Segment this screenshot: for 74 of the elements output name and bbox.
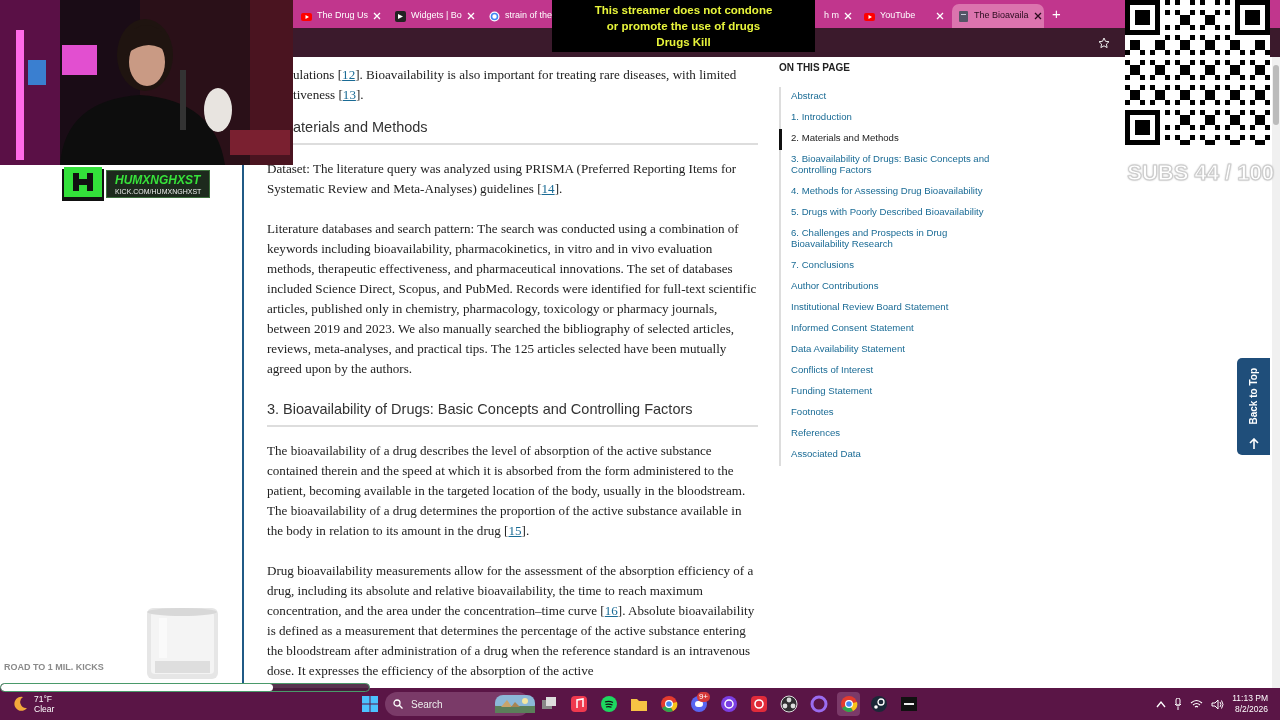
close-icon[interactable]: [1033, 12, 1042, 20]
windows-start-icon[interactable]: [362, 696, 378, 712]
toc-link[interactable]: Institutional Review Board Statement: [779, 298, 1004, 319]
browser-tab[interactable]: The Bioavaila: [952, 4, 1044, 28]
browser-tab[interactable]: strain of the: [483, 4, 553, 28]
toc-link[interactable]: Data Availability Statement: [779, 340, 1004, 361]
toc-link[interactable]: Abstract: [779, 87, 1004, 108]
toc-link[interactable]: 1. Introduction: [779, 108, 1004, 129]
back-to-top-button[interactable]: Back to Top: [1237, 358, 1270, 455]
search-icon: [393, 699, 403, 709]
toc-link[interactable]: 3. Bioavailability of Drugs: Basic Concepts and Controlling Factors: [779, 150, 1004, 182]
paragraph: The bioavailability of a drug describes the level of absorption of the active substance contained therein and the speed at which it is absorbed from the form administered to the patient, becoming available in the targeted location of the body, usually in the bloodstream. The bioavailability of a drug determines the proportion of the active substance available in the body in relation to its amount in the drug [15].: [267, 442, 747, 540]
toc-link[interactable]: 6. Challenges and Prospects in Drug Bioavailability Research: [779, 224, 1004, 256]
record-icon: [749, 695, 768, 713]
arrow-up-icon: [1248, 438, 1259, 449]
notification-badge: 9+: [696, 692, 710, 702]
toc-link[interactable]: Conflicts of Interest: [779, 361, 1004, 382]
taskbar-app[interactable]: [837, 692, 860, 716]
bookmark-star-icon[interactable]: [1098, 36, 1110, 49]
reference-link[interactable]: 14: [541, 181, 555, 196]
browser-tab[interactable]: Widgets | Bo: [389, 4, 481, 28]
toc-link[interactable]: Author Contributions: [779, 277, 1004, 298]
reference-link[interactable]: 16: [604, 603, 618, 618]
banner-text: This streamer does not condone: [593, 3, 774, 18]
widget-icon: [395, 10, 406, 22]
chrome-icon: [839, 695, 858, 713]
steam-icon: [869, 695, 888, 713]
banner-text: or promote the use of drugs: [605, 19, 762, 34]
spotify-icon: [599, 695, 618, 713]
toc-link[interactable]: Associated Data: [779, 445, 1004, 466]
toc-link[interactable]: 7. Conclusions: [779, 256, 1004, 277]
obs-icon: [779, 695, 798, 713]
toc-link[interactable]: References: [779, 424, 1004, 445]
browser-tab[interactable]: YouTube: [858, 4, 950, 28]
chevron-up-icon[interactable]: [1156, 700, 1167, 708]
microphone-icon[interactable]: [1174, 698, 1183, 710]
reference-link[interactable]: 13: [342, 87, 356, 102]
app-icon: [899, 695, 918, 713]
reference-link[interactable]: 15: [508, 523, 522, 538]
browser-icon: [719, 695, 738, 713]
toc-title: ON THIS PAGE: [779, 61, 851, 75]
document-icon: [958, 10, 969, 22]
taskbar-app[interactable]: [777, 692, 800, 716]
banner-text: Drugs Kill: [655, 35, 712, 50]
toc-link[interactable]: 5. Drugs with Poorly Described Bioavailability: [779, 203, 1004, 224]
goal-label: ROAD TO 1 MIL. KICKS: [4, 661, 104, 674]
paragraph: Drug bioavailability measurements allow for the assessment of the absorption efficiency of a drug, including its absolute and relative bioavailability, the time to reach maximum concentration, and the area under the concentration–time curve [16]. Absolute bioavailability is defined as a measurement that determines the percentage of the active substance entering the bloodstream after administration of a drug when the reference standard is an intravenous dose. It expresses the efficiency of the absorption of the active: [267, 562, 756, 680]
music-app-icon: [569, 695, 588, 713]
wifi-icon[interactable]: [1190, 699, 1204, 709]
taskbar-app[interactable]: 9+: [687, 692, 710, 716]
weather-widget[interactable]: 71°F Clear: [34, 694, 55, 714]
toc-link[interactable]: 2. Materials and Methods: [779, 129, 1004, 150]
paragraph: Literature databases and search pattern: The search was conducted using a combination of keywords including bioavailability, pharmacokinetics, in vitro and in vivo evaluation methods, therapeutic effectiveness, and pharmaceutical innovations. The set of databases included Science Direct, Scopus, and PubMed. Records were identified for full-text scientific articles, published only in chemistry, pharmacology, toxicology or pharmacy journals, between 2019 and 2023. We also manually searched the bibliography of selected articles, reviews, meta-analyses, and practical tips. The 125 articles selected have been mutually agreed upon by the authors.: [267, 220, 758, 378]
reference-link[interactable]: 12: [342, 67, 356, 82]
browser-tab[interactable]: The Drug Us: [295, 4, 387, 28]
channel-name: HUMXNGHXST: [115, 173, 202, 187]
google-icon: [489, 10, 500, 22]
browser-tab[interactable]: h m: [820, 4, 856, 28]
toc-link[interactable]: Footnotes: [779, 403, 1004, 424]
paragraph: Dataset: The literature query was analyzed using PRISMA (Preferred Reporting Items for Systematic Review and Meta-Analyses) guidelines [14].: [267, 160, 738, 198]
toc-link[interactable]: 4. Methods for Assessing Drug Bioavailability: [779, 182, 1004, 203]
new-tab-button[interactable]: +: [1052, 2, 1061, 25]
youtube-icon: [864, 10, 875, 22]
toc-link[interactable]: Informed Consent Statement: [779, 319, 1004, 340]
volume-icon[interactable]: [1211, 698, 1225, 710]
section-heading: 3. Bioavailability of Drugs: Basic Concepts and Controlling Factors: [267, 399, 758, 427]
ring-icon: [809, 695, 828, 713]
logo-icon: [60, 165, 106, 203]
moon-icon: [12, 696, 28, 712]
clock[interactable]: 11:13 PM 8/2/2026: [1232, 693, 1268, 715]
chrome-icon: [659, 695, 678, 713]
scrollbar[interactable]: [1272, 57, 1280, 688]
toc-link[interactable]: Funding Statement: [779, 382, 1004, 403]
youtube-icon: [301, 10, 312, 22]
